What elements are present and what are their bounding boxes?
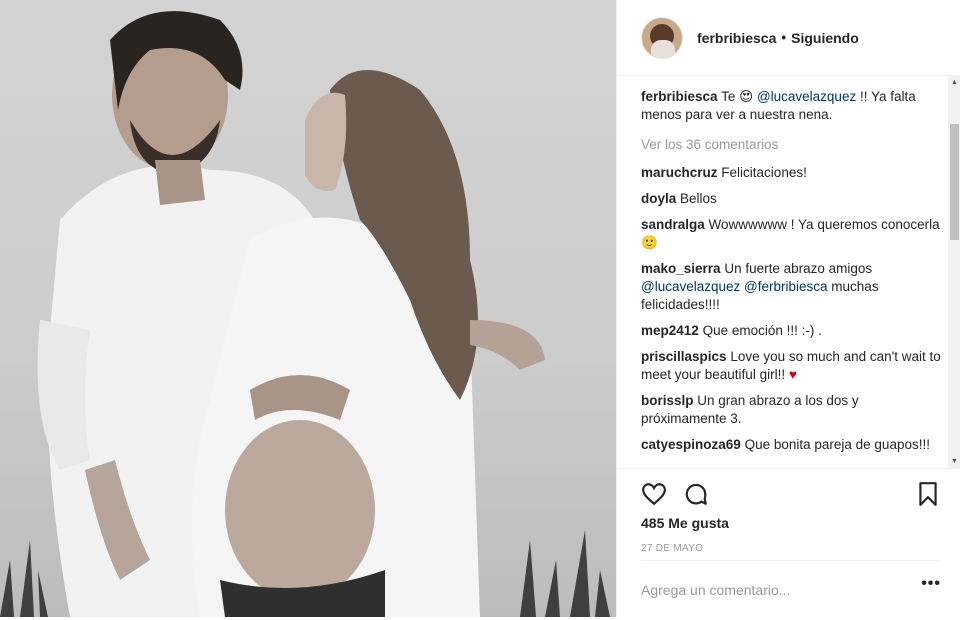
bookmark-icon[interactable] <box>915 481 941 507</box>
avatar[interactable] <box>641 16 683 59</box>
comment-username[interactable]: maruchcruz <box>641 165 718 180</box>
couple-photo-illustration <box>0 11 610 617</box>
comment-username[interactable]: mep2412 <box>641 323 699 338</box>
comment-text: Que emoción !!! :-) . <box>702 323 822 338</box>
comment-mention[interactable]: @lucavelazquez <box>641 279 740 294</box>
add-comment-input[interactable] <box>641 579 901 601</box>
post-photo[interactable] <box>0 0 616 617</box>
add-comment-section: ••• <box>641 560 941 618</box>
scroll-down-arrow-icon[interactable]: ▼ <box>948 455 960 468</box>
comment-item: sandralga Wowwwwww ! Ya queremos conocer… <box>641 216 943 252</box>
post-header: ferbribiesca • Siguiendo <box>617 0 960 76</box>
comment-item: mep2412 Que emoción !!! :-) . <box>641 322 943 340</box>
comment-text-before: Un fuerte abrazo amigos <box>724 261 873 276</box>
scrollbar-thumb[interactable] <box>950 124 959 240</box>
comments-list[interactable]: ferbribiesca Te 😍 @lucavelazquez !! Ya f… <box>641 88 943 468</box>
comment-username[interactable]: priscillaspics <box>641 349 727 364</box>
comment-text: Felicitaciones! <box>721 165 807 180</box>
comment-username[interactable]: catyespinoza69 <box>641 437 741 452</box>
post-side-panel: ferbribiesca • Siguiendo ferbribiesca Te… <box>616 0 960 617</box>
caption-username[interactable]: ferbribiesca <box>641 89 718 104</box>
red-heart-emoji: ♥ <box>788 367 797 382</box>
comment-text: Bellos <box>680 191 717 206</box>
comment-item: mako_sierra Un fuerte abrazo amigos @luc… <box>641 260 943 314</box>
comment-username[interactable]: borisslp <box>641 393 694 408</box>
comment-mention[interactable]: @ferbribiesca <box>744 279 828 294</box>
comment-item: doyla Bellos <box>641 190 943 208</box>
likes-count[interactable]: 485 Me gusta <box>641 515 729 531</box>
post-caption: ferbribiesca Te 😍 @lucavelazquez !! Ya f… <box>641 88 943 124</box>
more-options-icon[interactable]: ••• <box>921 575 941 593</box>
like-heart-icon[interactable] <box>641 481 667 507</box>
comment-item: catyespinoza69 Que bonita pareja de guap… <box>641 436 943 454</box>
heart-eyes-emoji: 😍 <box>739 89 754 104</box>
comments-scrollbar[interactable]: ▲ ▼ <box>948 76 960 468</box>
comment-icon[interactable] <box>683 481 709 507</box>
header-username[interactable]: ferbribiesca <box>697 30 776 46</box>
comment-item: borisslp Un gran abrazo a los dos y próx… <box>641 392 943 428</box>
comment-username[interactable]: mako_sierra <box>641 261 721 276</box>
comment-item: priscillaspics Love you so much and can'… <box>641 348 943 384</box>
comment-username[interactable]: sandralga <box>641 217 705 232</box>
follow-status-button[interactable]: Siguiendo <box>791 30 859 46</box>
scroll-up-arrow-icon[interactable]: ▲ <box>948 76 960 89</box>
comment-item: maruchcruz Felicitaciones! <box>641 164 943 182</box>
comment-text: Que bonita pareja de guapos!!! <box>744 437 930 452</box>
caption-mention[interactable]: @lucavelazquez <box>757 89 856 104</box>
view-all-comments-link[interactable]: Ver los 36 comentarios <box>641 136 943 154</box>
header-separator: • <box>781 30 787 45</box>
post-date: 27 DE MAYO <box>641 543 704 554</box>
caption-text-before: Te <box>721 89 736 104</box>
comment-username[interactable]: doyla <box>641 191 676 206</box>
